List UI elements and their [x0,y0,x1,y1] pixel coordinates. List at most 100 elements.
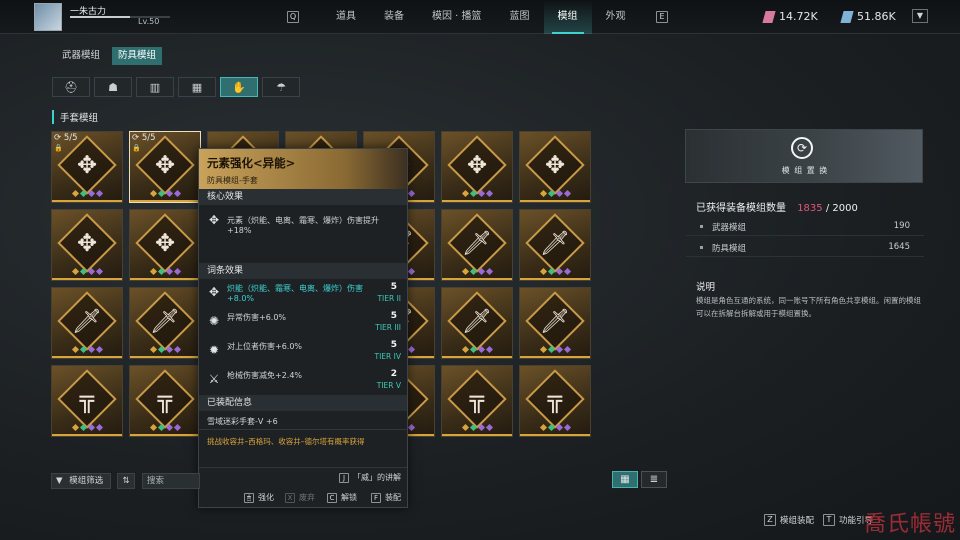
chest-icon[interactable]: ☗ [94,77,132,97]
rarity-dot [157,423,165,432]
rarity-dot [157,345,165,354]
nav-prev-key[interactable]: Q [287,11,299,23]
mod-assemble-button[interactable]: Z 模组装配 [764,514,814,526]
helmet-icon[interactable]: ⛑ [52,77,90,97]
rarity-dot [157,189,165,198]
nav-item-5[interactable]: 外观 [592,0,640,34]
mod-card[interactable]: 🗡 [441,287,513,359]
rarity-dot [461,345,469,354]
card-count: ⟳ 5/5 [132,133,156,143]
nav-next-key[interactable]: E [656,11,668,23]
source-text: 挑战收容井–西格玛、收容井–德尔塔有概率获得 [207,437,365,446]
list-view-button[interactable]: ≣ [641,471,667,488]
mod-card[interactable]: ✥ [129,209,201,281]
affix-value: 5 [390,340,397,350]
hint-key: J [339,472,349,483]
nav-item-0[interactable]: 道具 [322,0,370,34]
affix-tier: TIER III [375,323,401,332]
mod-card[interactable]: ✥ ⟳ 5/5 🔒 [51,131,123,203]
action-key: 🖱 [244,492,254,503]
nav-item-4[interactable]: 模组 [543,0,592,34]
mod-card[interactable]: ╦ [519,365,591,437]
grid-view-button[interactable]: ▦ [612,471,638,488]
rarity-dot [547,345,555,354]
rarity-dot [149,189,157,198]
action-key: F [371,492,381,503]
rarity-dot [563,423,571,432]
rarity-dot [539,267,547,276]
currency-pink: 14.72K [762,10,818,23]
mod-card[interactable]: ╦ [441,365,513,437]
mod-card[interactable]: 🗡 [519,209,591,281]
action-label: 强化 [258,493,274,502]
tab-armor-mods[interactable]: 防具模组 [112,47,163,65]
avatar[interactable] [34,3,62,31]
mod-card[interactable]: ╦ [129,365,201,437]
mod-card[interactable]: ✥ ⟳ 5/5 🔒 [129,131,201,203]
boots-icon[interactable]: ☂ [262,77,300,97]
rarity-dot [407,345,415,354]
exchange-icon: ⟳ [791,137,813,159]
mod-card[interactable]: 🗡 [129,287,201,359]
jacket-icon[interactable]: ▥ [136,77,174,97]
mod-card[interactable]: ✥ [51,209,123,281]
rarity-dots [52,189,122,198]
affix-header: 词条效果 [199,263,407,279]
rarity-dot [555,267,563,276]
mod-card[interactable]: ✥ [519,131,591,203]
action-button-2[interactable]: C 解锁 [327,492,357,503]
action-label: 装配 [385,493,401,502]
mod-assemble-key: Z [764,514,776,526]
mod-card[interactable]: 🗡 [441,209,513,281]
lock-icon: 🔒 [54,144,63,152]
rarity-dot [79,345,87,354]
rarity-dot [149,267,157,276]
mod-filter-button[interactable]: ▼ 模组筛选 [51,473,111,489]
nav-item-3[interactable]: 蓝图 [496,0,544,34]
rarity-dot [469,423,477,432]
action-button-3[interactable]: F 装配 [371,492,401,503]
mod-card[interactable]: 🗡 [51,287,123,359]
equipped-text: 雪域迷彩手套-V +6 [207,417,278,426]
action-button-0[interactable]: 🖱 强化 [244,492,274,503]
rarity-dot [173,267,181,276]
crest-icon: ✥ [154,229,176,257]
rarity-dots [130,189,200,198]
affix-text: 炽能（炽能、霜寒、电离、爆炸）伤害+8.0% [227,284,363,303]
rarity-dot [95,267,103,276]
guide-key: T [823,514,835,526]
rarity-dot [165,345,173,354]
sort-button[interactable]: ⇅ [117,473,135,489]
rarity-dots [52,267,122,276]
nav-item-1[interactable]: 装备 [370,0,418,34]
armor-mod-count-row: 防具模组 1645 [686,237,924,257]
hint-button[interactable]: J 「威」的讲解 [339,472,401,483]
rarity-dot [469,189,477,198]
player-level: Lv.50 [138,17,160,26]
rarity-dot [547,267,555,276]
mod-card[interactable]: 🗡 [519,287,591,359]
mod-exchange-banner[interactable]: ⟳ 模 组 置 换 [685,129,923,183]
rarity-dot [547,423,555,432]
glove-icon[interactable]: ✋ [220,77,258,97]
mod-card[interactable]: ╦ [51,365,123,437]
rarity-dots [130,345,200,354]
knife-icon: 🗡 [539,307,571,335]
rarity-dot [87,423,95,432]
pants-icon[interactable]: ▦ [178,77,216,97]
rarity-dot [71,423,79,432]
main-nav: 道具 装备 模因 · 播篮 蓝图 模组 外观 [322,0,640,34]
currency-blue: 51.86K [840,10,896,23]
tab-weapon-mods[interactable]: 武器模组 [56,47,106,65]
section-title: 手套模组 [52,110,98,124]
action-button-1[interactable]: X 废弃 [285,492,315,503]
rarity-dot [149,345,157,354]
nav-item-2[interactable]: 模因 · 播篮 [418,0,496,34]
rarity-dot [173,189,181,198]
chevron-down-icon[interactable]: ▼ [912,9,928,23]
description-text: 模组是角色互通的系统，同一账号下所有角色共享模组。闲置的模组可以在拆解台拆解或用… [696,296,921,318]
gun-icon: ╦ [469,385,485,413]
rarity-dot [95,423,103,432]
search-input[interactable]: 搜索 [142,473,200,489]
mod-card[interactable]: ✥ [441,131,513,203]
